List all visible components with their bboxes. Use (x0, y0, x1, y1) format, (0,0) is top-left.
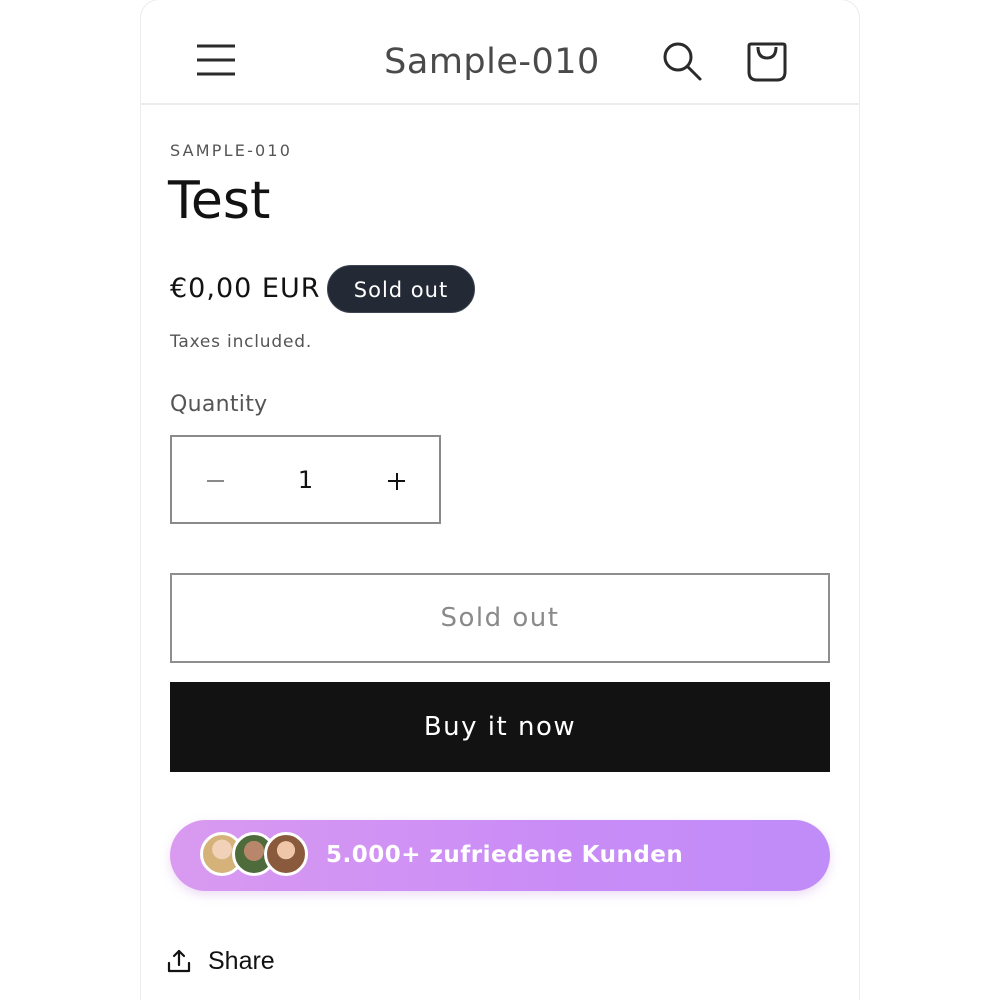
search-icon[interactable] (661, 40, 705, 84)
share-label: Share (208, 947, 275, 975)
sold-out-button[interactable]: Sold out (170, 573, 830, 663)
quantity-stepper (170, 435, 441, 524)
share-icon (167, 949, 191, 973)
product-title: Test (168, 171, 271, 231)
quantity-increase-button[interactable] (351, 437, 439, 522)
menu-icon[interactable] (195, 40, 237, 80)
social-proof-text: 5.000+ zufriedene Kunden (326, 842, 684, 868)
sold-out-badge: Sold out (327, 265, 475, 313)
quantity-decrease-button[interactable] (172, 437, 260, 522)
social-proof-banner[interactable]: 5.000+ zufriedene Kunden (170, 820, 830, 891)
quantity-input[interactable] (260, 437, 351, 522)
store-title[interactable]: Sample-010 (341, 36, 643, 88)
product-vendor: SAMPLE-010 (170, 141, 293, 160)
site-header: Sample-010 (141, 0, 859, 105)
buy-it-now-button[interactable]: Buy it now (170, 682, 830, 772)
customer-avatar (264, 832, 308, 876)
cart-icon[interactable] (745, 38, 789, 84)
product-price: €0,00 EUR (170, 273, 321, 304)
share-button[interactable]: Share (166, 943, 275, 979)
quantity-label: Quantity (170, 392, 268, 417)
taxes-note: Taxes included. (170, 332, 313, 352)
